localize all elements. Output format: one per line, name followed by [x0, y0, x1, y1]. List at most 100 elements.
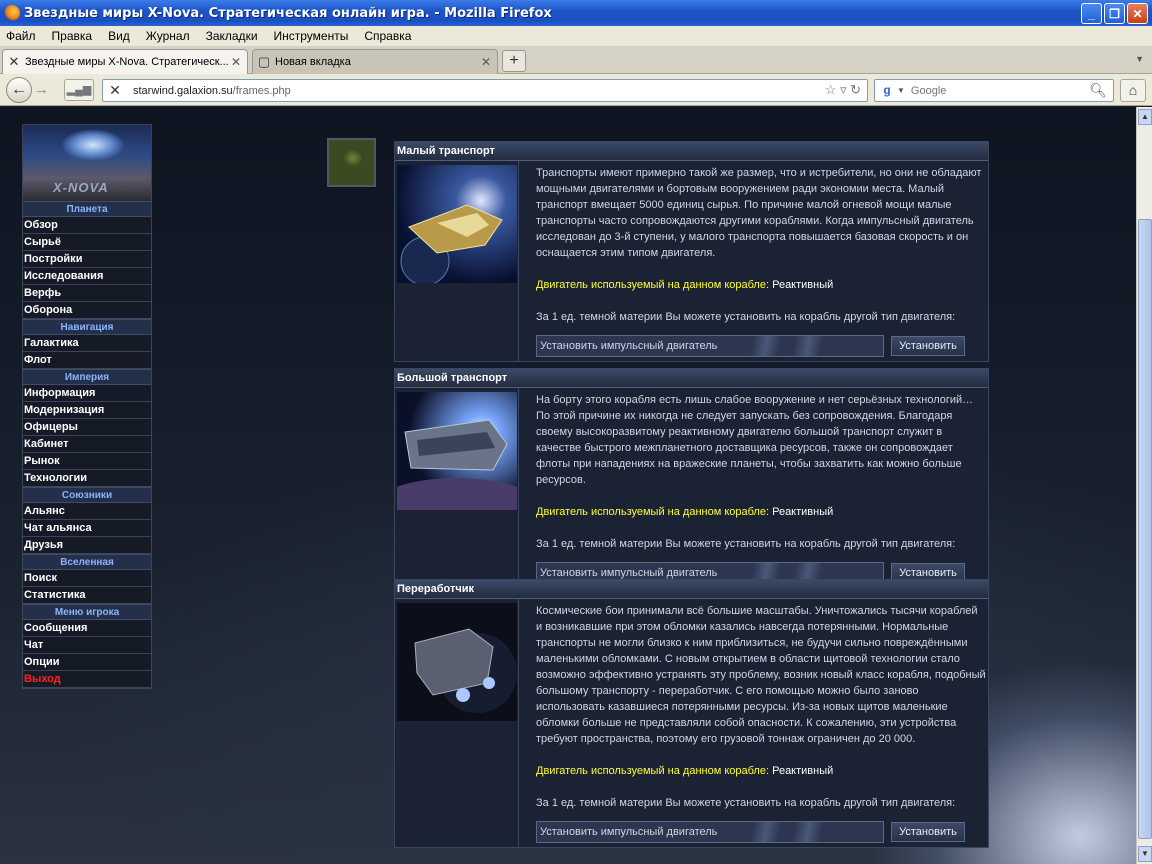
- menu-item-exit[interactable]: Выход: [23, 671, 151, 688]
- menu-item[interactable]: Поиск: [23, 570, 151, 587]
- tab-label: Звездные миры X-Nova. Стратегическ...: [25, 56, 229, 68]
- menu-item[interactable]: Сообщения: [23, 620, 151, 637]
- game-logo[interactable]: X-NOVA: [23, 125, 151, 201]
- engine-value: Реактивный: [772, 765, 834, 777]
- engine-label: Двигатель используемый на данном корабле…: [536, 506, 770, 518]
- stop-icon[interactable]: ✕: [103, 82, 127, 99]
- menu-bookmarks[interactable]: Закладки: [206, 29, 258, 43]
- engine-select[interactable]: Установить импульсный двигатель: [536, 821, 884, 843]
- google-icon[interactable]: g: [879, 83, 895, 99]
- engine-label: Двигатель используемый на данном корабле…: [536, 765, 770, 777]
- menu-section-header: Меню игрока: [23, 604, 151, 620]
- menu-item[interactable]: Альянс: [23, 503, 151, 520]
- scroll-up-icon[interactable]: ▲: [1138, 109, 1152, 125]
- menu-item[interactable]: Галактика: [23, 335, 151, 352]
- menu-item[interactable]: Исследования: [23, 268, 151, 285]
- page-viewport: X-NOVA Планета Обзор Сырьё Постройки Исследо…: [0, 107, 1136, 864]
- engine-value: Реактивный: [772, 279, 834, 291]
- menu-item[interactable]: Чат: [23, 637, 151, 654]
- menu-item[interactable]: Флот: [23, 352, 151, 369]
- tab-close-icon[interactable]: ✕: [231, 55, 241, 69]
- menu-item[interactable]: Постройки: [23, 251, 151, 268]
- vertical-scrollbar[interactable]: ▲ ▼: [1136, 107, 1152, 864]
- search-input[interactable]: [910, 84, 1091, 97]
- firefox-logo-icon: [4, 5, 20, 21]
- ship-description: Транспорты имеют примерно такой же разме…: [536, 167, 982, 259]
- ship-description: Космические бои принимали всё большие ма…: [536, 605, 986, 745]
- tab-label: Новая вкладка: [275, 56, 351, 68]
- ship-card-large-transport: Большой транспорт На борту этого корабля…: [377, 368, 989, 589]
- tab-close-icon[interactable]: ✕: [481, 55, 491, 69]
- stats-icon[interactable]: ▂▄▆: [64, 79, 94, 101]
- menubar: Файл Правка Вид Журнал Закладки Инструме…: [0, 26, 1152, 46]
- menu-history[interactable]: Журнал: [146, 29, 190, 43]
- ship-title: Большой транспорт: [395, 369, 988, 388]
- menu-item[interactable]: Статистика: [23, 587, 151, 604]
- engine-select[interactable]: Установить импульсный двигатель: [536, 335, 884, 357]
- tab-new[interactable]: ▢ Новая вкладка ✕: [252, 49, 498, 74]
- menu-file[interactable]: Файл: [6, 29, 36, 43]
- menu-item[interactable]: Сырьё: [23, 234, 151, 251]
- menu-section-header: Вселенная: [23, 554, 151, 570]
- menu-tools[interactable]: Инструменты: [274, 29, 349, 43]
- dark-matter-text: За 1 ед. темной материи Вы можете устано…: [536, 797, 956, 809]
- scroll-down-icon[interactable]: ▼: [1138, 846, 1152, 862]
- url-text[interactable]: starwind.galaxion.su/frames.php: [133, 85, 291, 97]
- menu-item[interactable]: Оборона: [23, 302, 151, 319]
- search-bar[interactable]: g ▼ 🔍︎: [874, 79, 1114, 102]
- large-transport-image: [377, 392, 537, 530]
- menu-item[interactable]: Чат альянса: [23, 520, 151, 537]
- menu-section-header: Навигация: [23, 319, 151, 335]
- minimize-button[interactable]: _: [1081, 3, 1102, 24]
- chevron-down-icon[interactable]: ▼: [897, 86, 905, 95]
- forward-button[interactable]: →: [34, 81, 49, 98]
- dark-matter-text: За 1 ед. темной материи Вы можете устано…: [536, 538, 956, 550]
- player-avatar[interactable]: [327, 138, 376, 187]
- menu-section-header: Планета: [23, 201, 151, 217]
- bookmark-star-icon[interactable]: ☆ ▿ ↻: [825, 82, 861, 98]
- ship-description: На борту этого корабля есть лишь слабое …: [536, 394, 974, 486]
- menu-item[interactable]: Кабинет: [23, 436, 151, 453]
- tab-xnova[interactable]: ✕ Звездные миры X-Nova. Стратегическ... …: [2, 49, 248, 74]
- back-button[interactable]: ←: [6, 77, 32, 103]
- menu-section-header: Союзники: [23, 487, 151, 503]
- menu-item[interactable]: Офицеры: [23, 419, 151, 436]
- ship-card-small-transport: Малый транспорт Транспорты имеют примерн…: [394, 141, 989, 362]
- ship-card-recycler: Переработчик Космические бои принимали в…: [394, 579, 989, 848]
- menu-item[interactable]: Информация: [23, 385, 151, 402]
- menu-view[interactable]: Вид: [108, 29, 130, 43]
- menu-edit[interactable]: Правка: [52, 29, 93, 43]
- menu-item[interactable]: Технологии: [23, 470, 151, 487]
- menu-item[interactable]: Опции: [23, 654, 151, 671]
- maximize-button[interactable]: ❐: [1104, 3, 1125, 24]
- close-button[interactable]: ✕: [1127, 3, 1148, 24]
- menu-item[interactable]: Друзья: [23, 537, 151, 554]
- dark-matter-text: За 1 ед. темной материи Вы можете устано…: [536, 311, 956, 323]
- new-tab-button[interactable]: +: [502, 50, 526, 72]
- engine-value: Реактивный: [772, 506, 834, 518]
- ship-title: Переработчик: [395, 580, 988, 599]
- menu-item[interactable]: Рынок: [23, 453, 151, 470]
- menu-help[interactable]: Справка: [364, 29, 411, 43]
- menu-section-header: Империя: [23, 369, 151, 385]
- menu-item[interactable]: Обзор: [23, 217, 151, 234]
- menu-item[interactable]: Модернизация: [23, 402, 151, 419]
- tab-bar: ✕ Звездные миры X-Nova. Стратегическ... …: [0, 46, 1152, 74]
- tab-list-chevron-icon[interactable]: ▼: [1135, 54, 1144, 64]
- install-button[interactable]: Установить: [891, 822, 965, 842]
- install-button[interactable]: Установить: [891, 336, 965, 356]
- navigation-bar: ← → ▂▄▆ ✕ starwind.galaxion.su/frames.ph…: [0, 74, 1152, 106]
- window-title: Звездные миры X-Nova. Стратегическая онл…: [24, 5, 552, 21]
- url-bar[interactable]: ✕ starwind.galaxion.su/frames.php ☆ ▿ ↻: [102, 79, 868, 102]
- ship-title: Малый транспорт: [395, 142, 988, 161]
- small-transport-image: [397, 165, 517, 286]
- loading-x-icon: ✕: [8, 54, 20, 69]
- left-menu: X-NOVA Планета Обзор Сырьё Постройки Исследо…: [22, 124, 152, 689]
- menu-item[interactable]: Верфь: [23, 285, 151, 302]
- blank-page-icon: ▢: [257, 54, 271, 69]
- search-icon[interactable]: 🔍︎: [1089, 82, 1107, 99]
- recycler-image: [397, 603, 517, 721]
- home-button[interactable]: ⌂: [1120, 79, 1146, 102]
- engine-label: Двигатель используемый на данном корабле…: [536, 279, 770, 291]
- scroll-thumb[interactable]: [1138, 219, 1152, 839]
